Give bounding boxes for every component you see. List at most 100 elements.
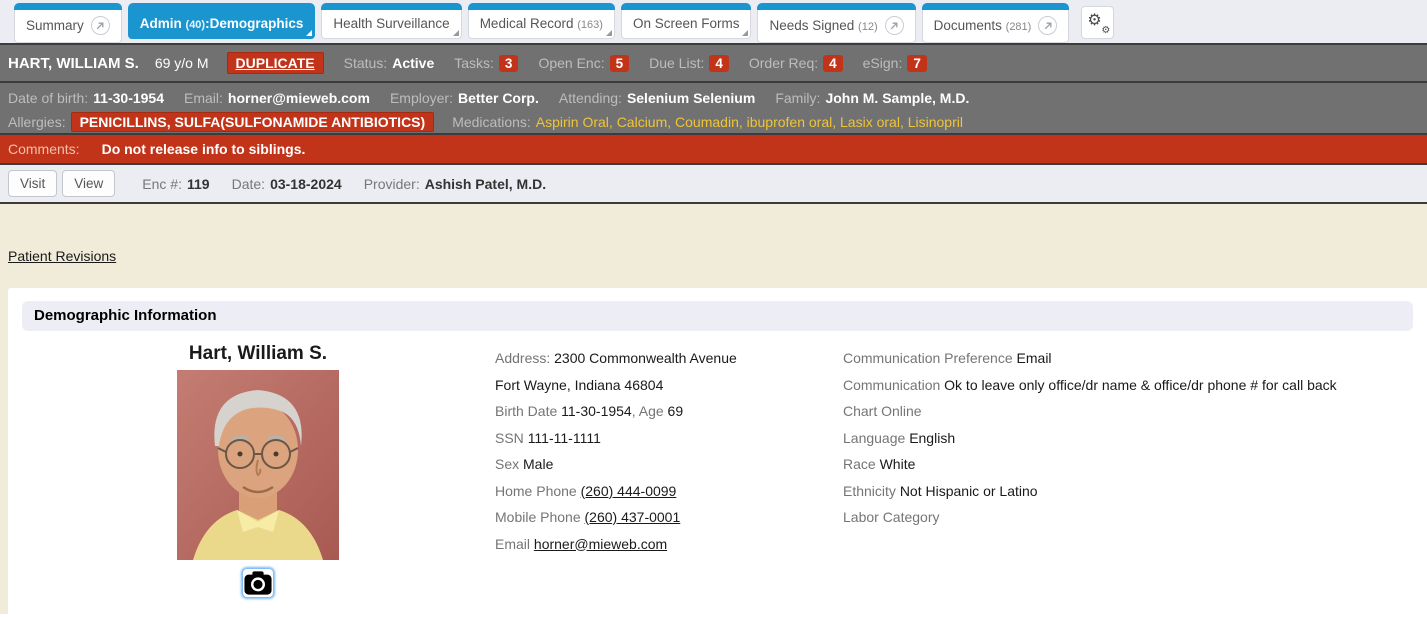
field-sex: Sex Male [495, 451, 737, 478]
field-communication: Communication Ok to leave only office/dr… [843, 372, 1337, 399]
attending-field: Attending: Selenium Selenium [559, 90, 755, 106]
dob-value: 11-30-1954 [93, 90, 164, 106]
demographics-column-left: Address: 2300 Commonwealth Avenue Fort W… [495, 345, 737, 557]
enc-date-value: 03-18-2024 [270, 176, 342, 192]
due-list-label: Due List: [649, 55, 704, 71]
patient-display-name: Hart, William S. [160, 343, 356, 365]
camera-icon [244, 570, 272, 596]
tab-admin-demographics[interactable]: Admin (40):Demographics [128, 3, 316, 39]
tasks-label: Tasks: [454, 55, 494, 71]
allergies-label: Allergies: [8, 114, 66, 130]
popout-icon[interactable] [91, 16, 110, 35]
tab-documents-label: Documents (281) [934, 18, 1032, 33]
family-field: Family: John M. Sample, M.D. [775, 90, 969, 106]
employer-value: Better Corp. [458, 90, 539, 106]
open-enc-count-badge[interactable]: 5 [610, 55, 630, 72]
counter-order-req: Order Req: 4 [749, 55, 843, 72]
field-home-phone: Home Phone (260) 444-0099 [495, 478, 737, 505]
counter-esign: eSign: 7 [863, 55, 927, 72]
attending-label: Attending: [559, 90, 622, 106]
tab-summary-label: Summary [26, 18, 84, 33]
patient-info-band: Date of birth: 11-30-1954 Email: horner@… [0, 81, 1427, 133]
patient-photo-block: Hart, William S. [160, 343, 356, 601]
field-labor-category: Labor Category [843, 504, 1337, 531]
duplicate-flag[interactable]: DUPLICATE [227, 52, 324, 74]
allergies-value-badge[interactable]: PENICILLINS, SULFA(SULFONAMIDE ANTIBIOTI… [71, 112, 435, 132]
counter-open-enc: Open Enc: 5 [538, 55, 629, 72]
status-label: Status: [344, 55, 388, 71]
tab-dropdown-fold [306, 30, 312, 36]
counter-tasks: Tasks: 3 [454, 55, 518, 72]
tab-cap [468, 3, 615, 10]
open-enc-label: Open Enc: [538, 55, 604, 71]
patient-info-row2: Allergies: PENICILLINS, SULFA(SULFONAMID… [8, 111, 1419, 133]
tab-admin-label: Admin (40):Demographics [140, 16, 304, 31]
tab-documents[interactable]: Documents (281) [922, 3, 1070, 43]
status-field: Status: Active [344, 55, 435, 71]
dob-label: Date of birth: [8, 90, 88, 106]
enc-date-label: Date: [232, 176, 265, 192]
patient-name: HART, WILLIAM S. [8, 55, 139, 72]
email-label: Email: [184, 90, 223, 106]
tab-dropdown-fold [742, 30, 748, 36]
patient-header-bar: HART, WILLIAM S. 69 y/o M DUPLICATE Stat… [0, 43, 1427, 81]
email-link[interactable]: horner@mieweb.com [534, 536, 667, 552]
comments-value: Do not release info to siblings. [102, 141, 306, 157]
family-label: Family: [775, 90, 820, 106]
home-phone-link[interactable]: (260) 444-0099 [581, 483, 677, 499]
field-birth-date: Birth Date 11-30-1954, Age 69 [495, 398, 737, 425]
update-photo-button[interactable] [243, 569, 273, 597]
tab-needs-signed[interactable]: Needs Signed (12) [757, 3, 915, 43]
counter-due-list: Due List: 4 [649, 55, 729, 72]
visit-button[interactable]: Visit [8, 170, 57, 197]
attending-value: Selenium Selenium [627, 90, 755, 106]
field-language: Language English [843, 425, 1337, 452]
employer-field: Employer: Better Corp. [390, 90, 539, 106]
encounter-bar: Visit View Enc #: 119 Date: 03-18-2024 P… [0, 163, 1427, 204]
enc-provider-value: Ashish Patel, M.D. [425, 176, 546, 192]
field-mobile-phone: Mobile Phone (260) 437-0001 [495, 504, 737, 531]
family-value: John M. Sample, M.D. [825, 90, 969, 106]
tab-health-surveillance-label: Health Surveillance [333, 16, 449, 31]
order-req-count-badge[interactable]: 4 [823, 55, 843, 72]
tab-summary[interactable]: Summary [14, 3, 122, 43]
esign-count-badge[interactable]: 7 [907, 55, 927, 72]
tab-medical-record-label: Medical Record (163) [480, 16, 603, 31]
enc-number-value: 119 [187, 176, 210, 192]
patient-revisions-link[interactable]: Patient Revisions [8, 248, 116, 264]
order-req-label: Order Req: [749, 55, 818, 71]
tab-health-surveillance[interactable]: Health Surveillance [321, 3, 461, 39]
tab-needs-signed-label: Needs Signed (12) [769, 18, 877, 33]
esign-label: eSign: [863, 55, 903, 71]
medications-list[interactable]: Aspirin Oral, Calcium, Coumadin, ibuprof… [536, 114, 963, 130]
medications-label: Medications: [452, 114, 531, 130]
comments-bar: Comments: Do not release info to sibling… [0, 133, 1427, 163]
field-ssn: SSN 111-11-1111 [495, 425, 737, 452]
field-address-line2: Fort Wayne, Indiana 46804 [495, 372, 737, 399]
settings-gear-button[interactable]: ⚙ ⚙ [1081, 6, 1114, 39]
view-button[interactable]: View [62, 170, 115, 197]
dob-field: Date of birth: 11-30-1954 [8, 90, 164, 106]
popout-icon[interactable] [885, 16, 904, 35]
tasks-count-badge[interactable]: 3 [499, 55, 519, 72]
main-content: Patient Revisions Demographic Informatio… [0, 204, 1427, 614]
tab-cap [621, 3, 752, 10]
tab-bar: Summary Admin (40):Demographics Health S… [0, 0, 1427, 43]
email-field: Email: horner@mieweb.com [184, 90, 370, 106]
popout-icon[interactable] [1038, 16, 1057, 35]
tab-on-screen-forms[interactable]: On Screen Forms [621, 3, 752, 39]
tab-cap [922, 3, 1070, 10]
due-list-count-badge[interactable]: 4 [709, 55, 729, 72]
tab-dropdown-fold [606, 30, 612, 36]
status-value: Active [392, 55, 434, 71]
field-email: Email horner@mieweb.com [495, 531, 737, 558]
email-value: horner@mieweb.com [228, 90, 370, 106]
panel-title: Demographic Information [22, 301, 1413, 331]
patient-photo [177, 370, 339, 560]
tab-medical-record[interactable]: Medical Record (163) [468, 3, 615, 39]
tab-cap [757, 3, 915, 10]
comments-label: Comments: [8, 141, 80, 157]
mobile-phone-link[interactable]: (260) 437-0001 [585, 509, 681, 525]
patient-info-row1: Date of birth: 11-30-1954 Email: horner@… [8, 87, 1419, 109]
demographics-panel: Demographic Information Hart, William S. [8, 288, 1427, 614]
